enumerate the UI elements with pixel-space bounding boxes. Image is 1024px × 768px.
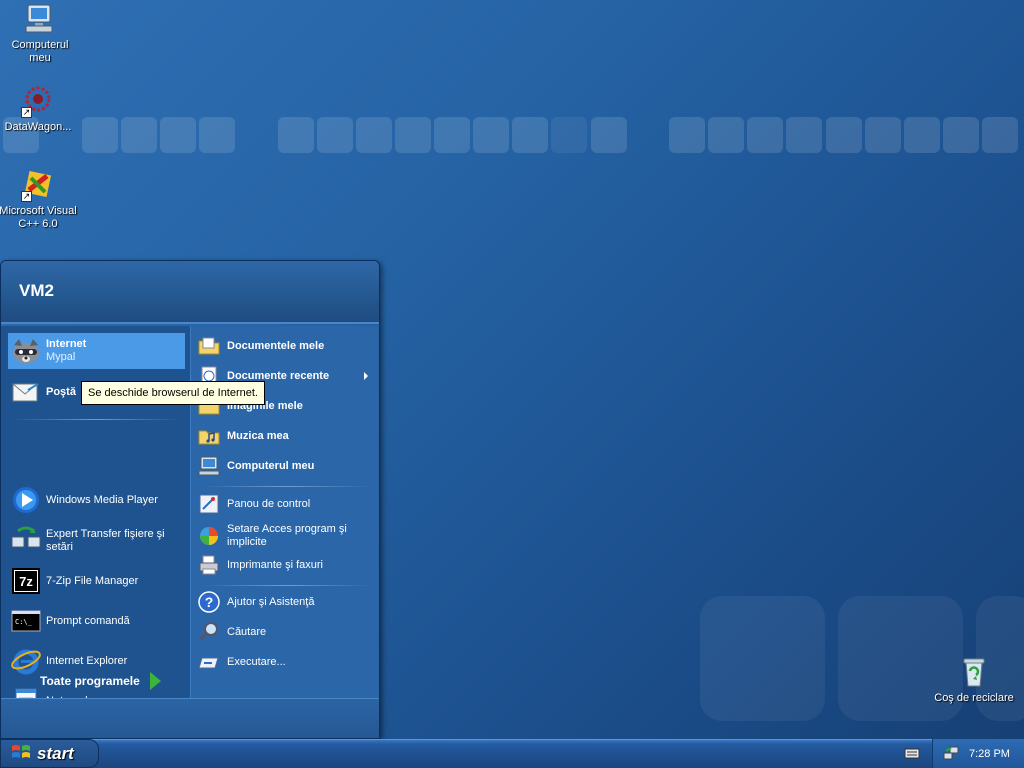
system-tray: 7:28 PM bbox=[932, 739, 1024, 768]
internet-explorer-icon bbox=[10, 645, 42, 677]
menu-item-label: Prompt comandă bbox=[46, 614, 130, 627]
help-icon: ? bbox=[198, 591, 220, 613]
windows-logo-icon bbox=[11, 743, 31, 764]
desktop-icon-recycle-bin[interactable]: Coş de reciclare bbox=[934, 655, 1014, 705]
green-arrow-icon bbox=[149, 672, 161, 690]
menu-item-label: Setare Acces program şi implicite bbox=[227, 523, 347, 548]
menu-item-subtitle: Mypal bbox=[46, 351, 76, 363]
recycle-bin-icon bbox=[957, 655, 991, 689]
menu-item-label: Căutare bbox=[227, 625, 267, 638]
menu-item-windows-media-player[interactable]: Windows Media Player bbox=[8, 482, 185, 518]
command-prompt-icon: C:\_ bbox=[10, 605, 42, 637]
menu-separator bbox=[201, 585, 373, 586]
start-menu-header: VM2 bbox=[1, 261, 379, 324]
my-computer-icon bbox=[198, 455, 220, 477]
menu-item-title: Internet bbox=[46, 338, 87, 350]
submenu-arrow-icon bbox=[364, 372, 368, 380]
network-icon[interactable] bbox=[943, 745, 959, 764]
menu-item-7zip[interactable]: 7z 7-Zip File Manager bbox=[8, 563, 185, 599]
desktop-icon-label: Computerul meu bbox=[11, 39, 69, 64]
menu-item-transfer-wizard[interactable]: Expert Transfer fişiere şi setări bbox=[8, 523, 185, 559]
menu-item-command-prompt[interactable]: C:\_ Prompt comandă bbox=[8, 603, 185, 639]
desktop-icon-my-computer[interactable]: Computerul meu bbox=[0, 2, 80, 65]
menu-separator bbox=[201, 486, 373, 487]
svg-text:7z: 7z bbox=[19, 574, 33, 589]
menu-item-label: Documentele mele bbox=[227, 339, 325, 352]
start-label: start bbox=[37, 743, 74, 763]
menu-item-label: Windows Media Player bbox=[46, 493, 158, 506]
control-panel-icon bbox=[198, 493, 220, 515]
all-programs-label: Toate programele bbox=[40, 674, 140, 688]
start-button[interactable]: start bbox=[0, 739, 99, 768]
menu-item-internet[interactable]: Internet Mypal bbox=[8, 333, 185, 369]
program-access-icon bbox=[198, 525, 220, 547]
datawagon-icon: ↗ bbox=[21, 84, 55, 118]
desktop-icon-datawagon[interactable]: ↗ DataWagon... bbox=[0, 84, 78, 134]
menu-item-printers[interactable]: Imprimante şi faxuri bbox=[198, 552, 376, 578]
user-name: VM2 bbox=[19, 281, 54, 300]
tooltip: Se deschide browserul de Internet. bbox=[81, 381, 265, 405]
computer-icon bbox=[23, 2, 57, 36]
shortcut-arrow-icon: ↗ bbox=[21, 191, 32, 202]
menu-item-label: Muzica mea bbox=[227, 429, 289, 442]
media-player-icon bbox=[10, 484, 42, 516]
svg-text:?: ? bbox=[205, 594, 214, 610]
menu-item-title: Poştă bbox=[46, 385, 76, 398]
menu-item-my-music[interactable]: Muzica mea bbox=[198, 423, 376, 449]
menu-item-label: Computerul meu bbox=[227, 459, 315, 472]
7zip-icon: 7z bbox=[10, 565, 42, 597]
menu-item-label: Imprimante şi faxuri bbox=[227, 558, 323, 571]
shortcut-arrow-icon: ↗ bbox=[21, 107, 32, 118]
documents-folder-icon bbox=[198, 335, 220, 357]
start-menu: VM2 Internet Mypal Poştă Windows Media P bbox=[0, 260, 380, 739]
menu-item-control-panel[interactable]: Panou de control bbox=[198, 491, 376, 517]
start-menu-footer bbox=[1, 698, 379, 738]
menu-item-label: Expert Transfer fişiere şi setări bbox=[46, 528, 165, 553]
printer-icon bbox=[198, 554, 220, 576]
desktop-icon-label: Microsoft Visual C++ 6.0 bbox=[0, 205, 77, 230]
menu-item-run[interactable]: Executare... bbox=[198, 649, 376, 675]
menu-item-label: Internet Explorer bbox=[46, 654, 128, 667]
clock[interactable]: 7:28 PM bbox=[969, 748, 1010, 760]
all-programs-button[interactable]: Toate programele bbox=[40, 672, 161, 690]
search-icon bbox=[198, 621, 220, 643]
desktop-icon-label: Coş de reciclare bbox=[934, 692, 1014, 704]
menu-item-my-computer[interactable]: Computerul meu bbox=[198, 453, 376, 479]
svg-text:C:\_: C:\_ bbox=[15, 618, 33, 626]
transfer-wizard-icon bbox=[10, 525, 42, 557]
menu-item-label: 7-Zip File Manager bbox=[46, 574, 139, 587]
mail-icon bbox=[10, 376, 42, 408]
menu-separator bbox=[11, 419, 181, 420]
menu-item-program-access[interactable]: Setare Acces program şi implicite bbox=[198, 519, 376, 553]
desktop-icon-label: DataWagon... bbox=[4, 121, 72, 133]
keyboard-icon[interactable] bbox=[904, 746, 920, 763]
music-folder-icon bbox=[198, 425, 220, 447]
desktop-icon-visual-cpp[interactable]: ↗ Microsoft Visual C++ 6.0 bbox=[0, 168, 78, 231]
menu-item-label: Panou de control bbox=[227, 497, 311, 510]
menu-item-label: Executare... bbox=[227, 655, 286, 668]
menu-item-label: Ajutor şi Asistenţă bbox=[227, 595, 315, 608]
menu-item-search[interactable]: Căutare bbox=[198, 619, 376, 645]
run-icon bbox=[198, 651, 220, 673]
raccoon-browser-icon bbox=[10, 335, 42, 367]
taskbar bbox=[0, 739, 1024, 768]
visual-cpp-icon: ↗ bbox=[21, 168, 55, 202]
menu-item-my-documents[interactable]: Documentele mele bbox=[198, 333, 376, 359]
menu-item-help[interactable]: ? Ajutor şi Asistenţă bbox=[198, 589, 376, 615]
